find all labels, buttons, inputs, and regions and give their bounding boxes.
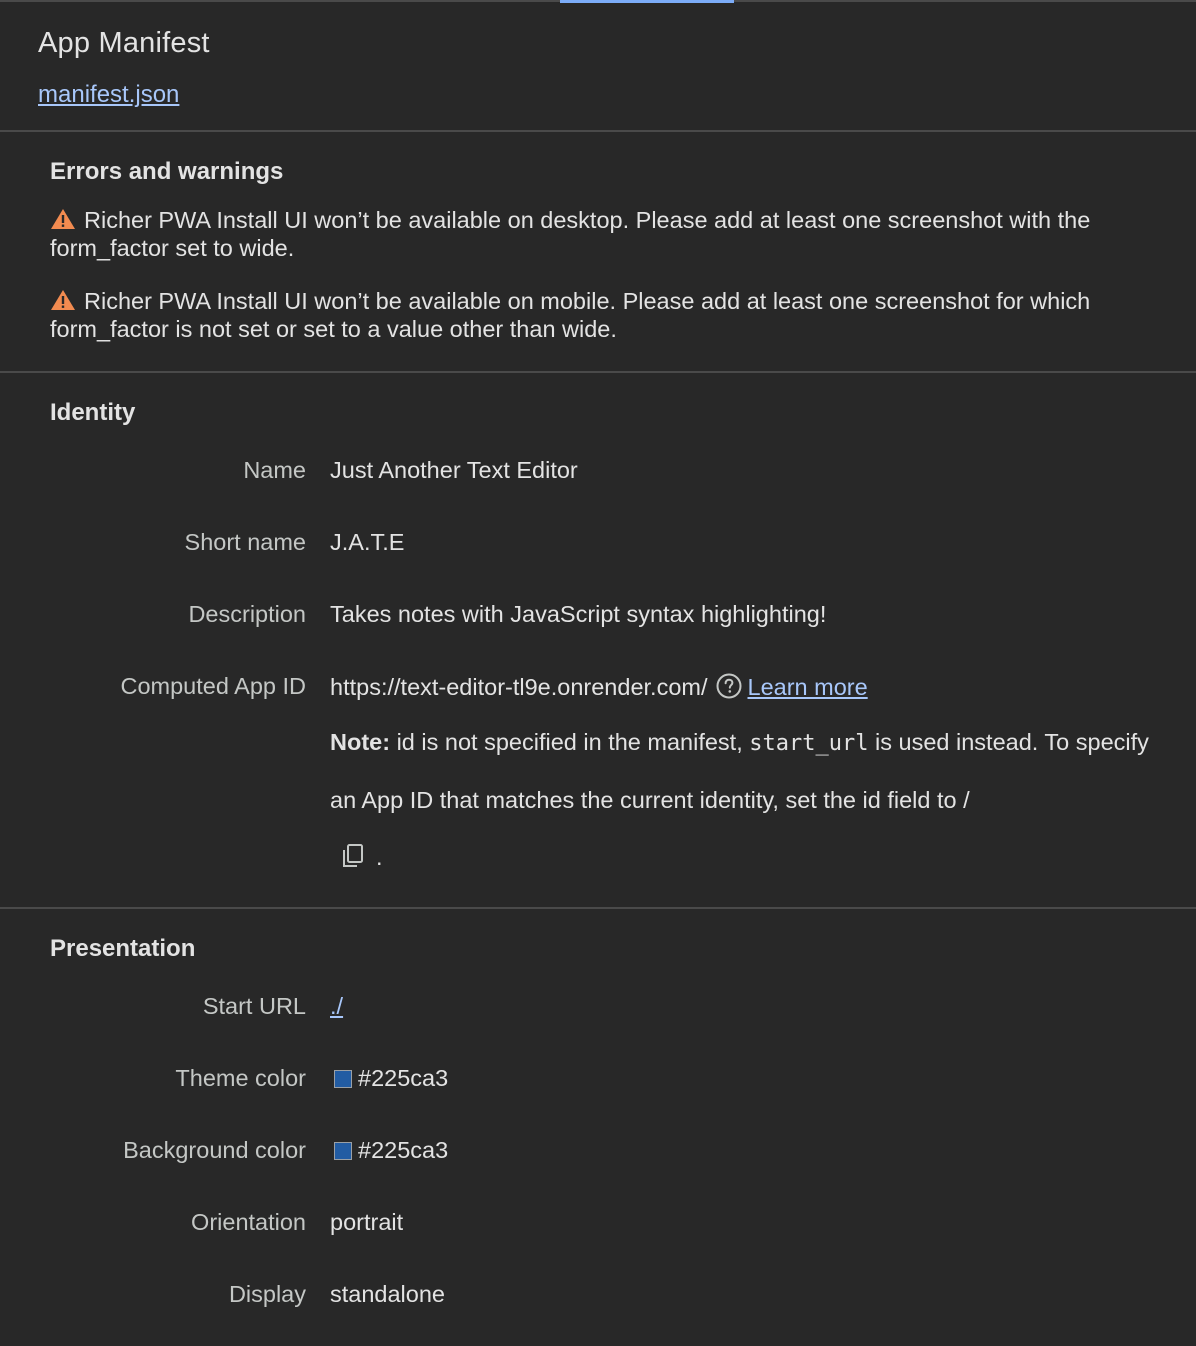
orientation-row: Orientation portrait bbox=[0, 1209, 1196, 1249]
identity-section-title: Identity bbox=[50, 399, 136, 426]
page-title: App Manifest bbox=[38, 27, 210, 59]
theme-color-row: Theme color #225ca3 bbox=[0, 1065, 1196, 1105]
display-label: Display bbox=[228, 1281, 306, 1307]
display-row: Display standalone bbox=[0, 1281, 1196, 1321]
manifest-json-link[interactable]: manifest.json bbox=[38, 81, 179, 109]
short-name-value: J.A.T.E bbox=[330, 529, 405, 555]
identity-description-row: Description Takes notes with JavaScript … bbox=[0, 601, 1196, 641]
theme-color-value: #225ca3 bbox=[358, 1065, 449, 1091]
presentation-section: Presentation Start URL ./ Theme color #2… bbox=[0, 909, 1196, 1344]
name-label: Name bbox=[243, 457, 306, 483]
background-color-row: Background color #225ca3 bbox=[0, 1137, 1196, 1177]
identity-section: Identity Name Just Another Text Editor S… bbox=[0, 373, 1196, 909]
app-id-note: Note: id is not specified in the manifes… bbox=[330, 714, 1160, 886]
note-text-1: id is not specified in the manifest, bbox=[390, 729, 750, 755]
id-suggestion-value: / bbox=[963, 787, 970, 813]
note-bold-label: Note: bbox=[330, 729, 391, 755]
theme-color-swatch bbox=[334, 1070, 352, 1088]
start-url-label: Start URL bbox=[202, 993, 306, 1019]
errors-section-title: Errors and warnings bbox=[50, 158, 284, 185]
theme-color-value-group: #225ca3 bbox=[330, 1065, 448, 1092]
help-icon[interactable] bbox=[716, 673, 742, 699]
background-color-swatch bbox=[334, 1142, 352, 1160]
copy-icon[interactable] bbox=[338, 841, 368, 871]
background-color-value: #225ca3 bbox=[358, 1137, 449, 1163]
warning-item: Richer PWA Install UI won’t be available… bbox=[50, 287, 1180, 343]
theme-color-label: Theme color bbox=[175, 1065, 306, 1091]
identity-name-row: Name Just Another Text Editor bbox=[0, 457, 1196, 497]
errors-section: Errors and warnings Richer PWA Install U… bbox=[0, 132, 1196, 373]
name-value: Just Another Text Editor bbox=[330, 457, 578, 483]
warning-icon bbox=[51, 209, 75, 229]
start-url-link[interactable]: ./ bbox=[330, 993, 343, 1020]
background-color-value-group: #225ca3 bbox=[330, 1137, 448, 1164]
orientation-value: portrait bbox=[330, 1209, 404, 1235]
warning-icon bbox=[51, 290, 75, 310]
description-label: Description bbox=[188, 601, 306, 627]
identity-app-id-row: Computed App ID https://text-editor-tl9e… bbox=[0, 673, 1196, 713]
manifest-header: App Manifest manifest.json bbox=[0, 0, 1196, 132]
app-id-value: https://text-editor-tl9e.onrender.com/ bbox=[330, 674, 708, 700]
display-value: standalone bbox=[330, 1281, 445, 1307]
start-url-row: Start URL ./ bbox=[0, 993, 1196, 1033]
description-value: Takes notes with JavaScript syntax highl… bbox=[330, 601, 827, 627]
warning-item: Richer PWA Install UI won’t be available… bbox=[50, 206, 1180, 262]
start-url-code: start_url bbox=[749, 731, 869, 756]
app-id-label: Computed App ID bbox=[120, 673, 307, 699]
warning-text: Richer PWA Install UI won’t be available… bbox=[50, 288, 1091, 342]
app-id-value-group: https://text-editor-tl9e.onrender.com/ L… bbox=[330, 673, 868, 701]
presentation-section-title: Presentation bbox=[50, 935, 196, 962]
learn-more-link[interactable]: Learn more bbox=[748, 674, 868, 700]
note-end: . bbox=[376, 844, 383, 870]
short-name-label: Short name bbox=[184, 529, 306, 555]
warning-text: Richer PWA Install UI won’t be available… bbox=[50, 207, 1091, 261]
background-color-label: Background color bbox=[123, 1137, 306, 1163]
orientation-label: Orientation bbox=[191, 1209, 306, 1235]
identity-short-name-row: Short name J.A.T.E bbox=[0, 529, 1196, 569]
